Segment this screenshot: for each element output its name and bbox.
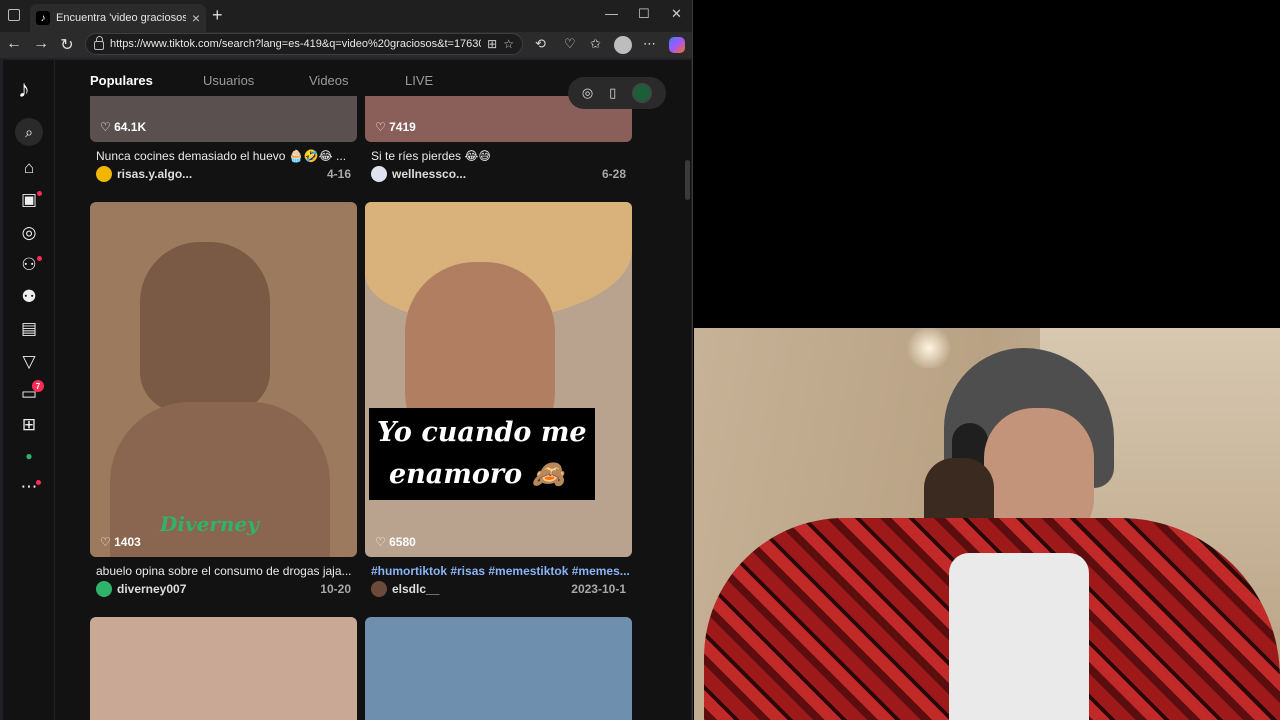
- post-date: 6-28: [601, 167, 626, 181]
- messages-send-icon[interactable]: ▽: [17, 350, 41, 374]
- floating-controls: ◎ ▯: [568, 77, 666, 109]
- back-button[interactable]: ←: [4, 35, 24, 53]
- forward-button[interactable]: →: [31, 35, 51, 53]
- white-shirt: [949, 553, 1089, 720]
- reload-button[interactable]: ↻: [57, 35, 77, 55]
- friends-icon[interactable]: ⚉: [17, 285, 41, 309]
- copilot-icon[interactable]: [669, 37, 685, 53]
- tab-live[interactable]: LIVE: [405, 73, 433, 88]
- video-card-5-thumb[interactable]: [90, 617, 357, 720]
- author-row[interactable]: elsdlc__: [371, 580, 439, 598]
- video-hashtags[interactable]: #humortiktok #risas #memestiktok #memes.…: [371, 564, 629, 578]
- following-notification-dot: [37, 256, 42, 261]
- favorites-icon[interactable]: ✩: [590, 36, 601, 52]
- author-row[interactable]: wellnessco...: [371, 165, 466, 183]
- upload-icon[interactable]: ⊞: [17, 413, 41, 437]
- tab-strip: ♪ Encuentra 'video graciosos' en Ti × + …: [0, 0, 692, 32]
- ceiling-light: [904, 328, 954, 368]
- video-overlay-text: Yo cuando me enamoro 🙈: [369, 408, 595, 500]
- tab-title: Encuentra 'video graciosos' en Ti: [56, 12, 186, 24]
- author-avatar: [371, 581, 387, 597]
- search-icon[interactable]: ⌕: [15, 118, 43, 146]
- video-card-4-thumb[interactable]: Yo cuando me enamoro 🙈 ♡ 6580: [365, 202, 632, 557]
- favorite-star-icon[interactable]: ☆: [503, 37, 514, 51]
- more-menu-icon[interactable]: ⋯: [643, 36, 656, 52]
- person-figure: [140, 242, 270, 412]
- post-date: 2023-10-1: [571, 582, 626, 596]
- live-tv-icon[interactable]: ▤: [17, 317, 41, 341]
- screen: ♪ Encuentra 'video graciosos' en Ti × + …: [0, 0, 1280, 720]
- likes-count: ♡ 64.1K: [100, 120, 147, 134]
- author-row[interactable]: diverney007: [96, 580, 186, 598]
- video-caption[interactable]: Nunca cocines demasiado el huevo 🧁🤣😂 ...: [96, 149, 354, 163]
- browser-window: ♪ Encuentra 'video graciosos' en Ti × + …: [0, 0, 693, 720]
- close-window-button[interactable]: ✕: [671, 6, 682, 22]
- browser-tab[interactable]: ♪ Encuentra 'video graciosos' en Ti ×: [30, 4, 206, 32]
- lock-icon[interactable]: [94, 36, 104, 50]
- maximize-button[interactable]: ☐: [638, 6, 650, 22]
- device-icon[interactable]: ▯: [609, 85, 616, 101]
- browser-toolbar: ← → ↻ https://www.tiktok.com/search?lang…: [0, 32, 692, 58]
- inbox-badge: 7: [32, 380, 44, 392]
- likes-count: ♡ 7419: [375, 120, 416, 134]
- shop-notification-dot: [37, 191, 42, 196]
- likes-count: ♡ 6580: [375, 535, 416, 549]
- post-date: 10-20: [320, 582, 351, 596]
- close-tab-icon[interactable]: ×: [192, 11, 200, 25]
- tiktok-favicon-icon: ♪: [36, 11, 50, 25]
- home-icon[interactable]: ⌂: [17, 156, 41, 180]
- author-row[interactable]: risas.y.algo...: [96, 165, 192, 183]
- video-caption[interactable]: abuelo opina sobre el consumo de drogas …: [96, 564, 354, 578]
- left-nav: ♪ ⌕ ⌂ ▣ ◎ ⚇ ⚉ ▤ ▽ ▭ 7 ⊞ ● ⋯: [3, 60, 55, 720]
- author-name: risas.y.algo...: [117, 167, 193, 181]
- author-name: diverney007: [117, 582, 187, 596]
- profile-avatar[interactable]: [614, 36, 632, 54]
- video-card-3-thumb[interactable]: Diverney ♡ 1403: [90, 202, 357, 557]
- page-scrollbar[interactable]: [685, 160, 690, 200]
- address-bar[interactable]: https://www.tiktok.com/search?lang=es-41…: [85, 33, 523, 55]
- post-date: 4-16: [326, 167, 351, 181]
- minimize-button[interactable]: —: [605, 6, 618, 21]
- extensions-icon[interactable]: ⟲: [535, 36, 546, 52]
- browser-essentials-icon[interactable]: ♡: [564, 36, 576, 52]
- app-available-icon[interactable]: ⊞: [487, 37, 497, 51]
- tab-usuarios[interactable]: Usuarios: [203, 73, 254, 88]
- author-avatar: [371, 166, 387, 182]
- author-name: wellnessco...: [392, 167, 467, 181]
- tiktok-page: ♪ ⌕ ⌂ ▣ ◎ ⚇ ⚉ ▤ ▽ ▭ 7 ⊞ ● ⋯ ♡ 64.1K ♡ 74…: [3, 60, 691, 720]
- author-avatar: [96, 166, 112, 182]
- watermark-sticker: Diverney: [160, 512, 259, 536]
- more-notification-dot: [36, 480, 41, 485]
- url-text[interactable]: https://www.tiktok.com/search?lang=es-41…: [110, 38, 481, 50]
- tab-videos[interactable]: Videos: [309, 73, 349, 88]
- more-icon[interactable]: ⋯: [17, 475, 41, 499]
- new-tab-button[interactable]: +: [212, 5, 223, 26]
- explore-compass-icon[interactable]: ◎: [17, 221, 41, 245]
- tab-populares[interactable]: Populares: [90, 73, 153, 88]
- author-name: elsdlc__: [392, 582, 440, 596]
- likes-count: ♡ 1403: [100, 535, 141, 549]
- video-caption[interactable]: Si te ríes pierdes 😂😅: [371, 149, 629, 163]
- compass-icon[interactable]: ◎: [582, 85, 593, 101]
- author-avatar: [96, 581, 112, 597]
- tiktok-logo-icon[interactable]: ♪: [18, 76, 30, 104]
- video-card-6-thumb[interactable]: [365, 617, 632, 720]
- webcam-feed: [694, 328, 1280, 720]
- profile-avatar[interactable]: [632, 83, 653, 103]
- tab-actions-icon[interactable]: [8, 9, 20, 21]
- profile-icon[interactable]: ●: [17, 444, 41, 468]
